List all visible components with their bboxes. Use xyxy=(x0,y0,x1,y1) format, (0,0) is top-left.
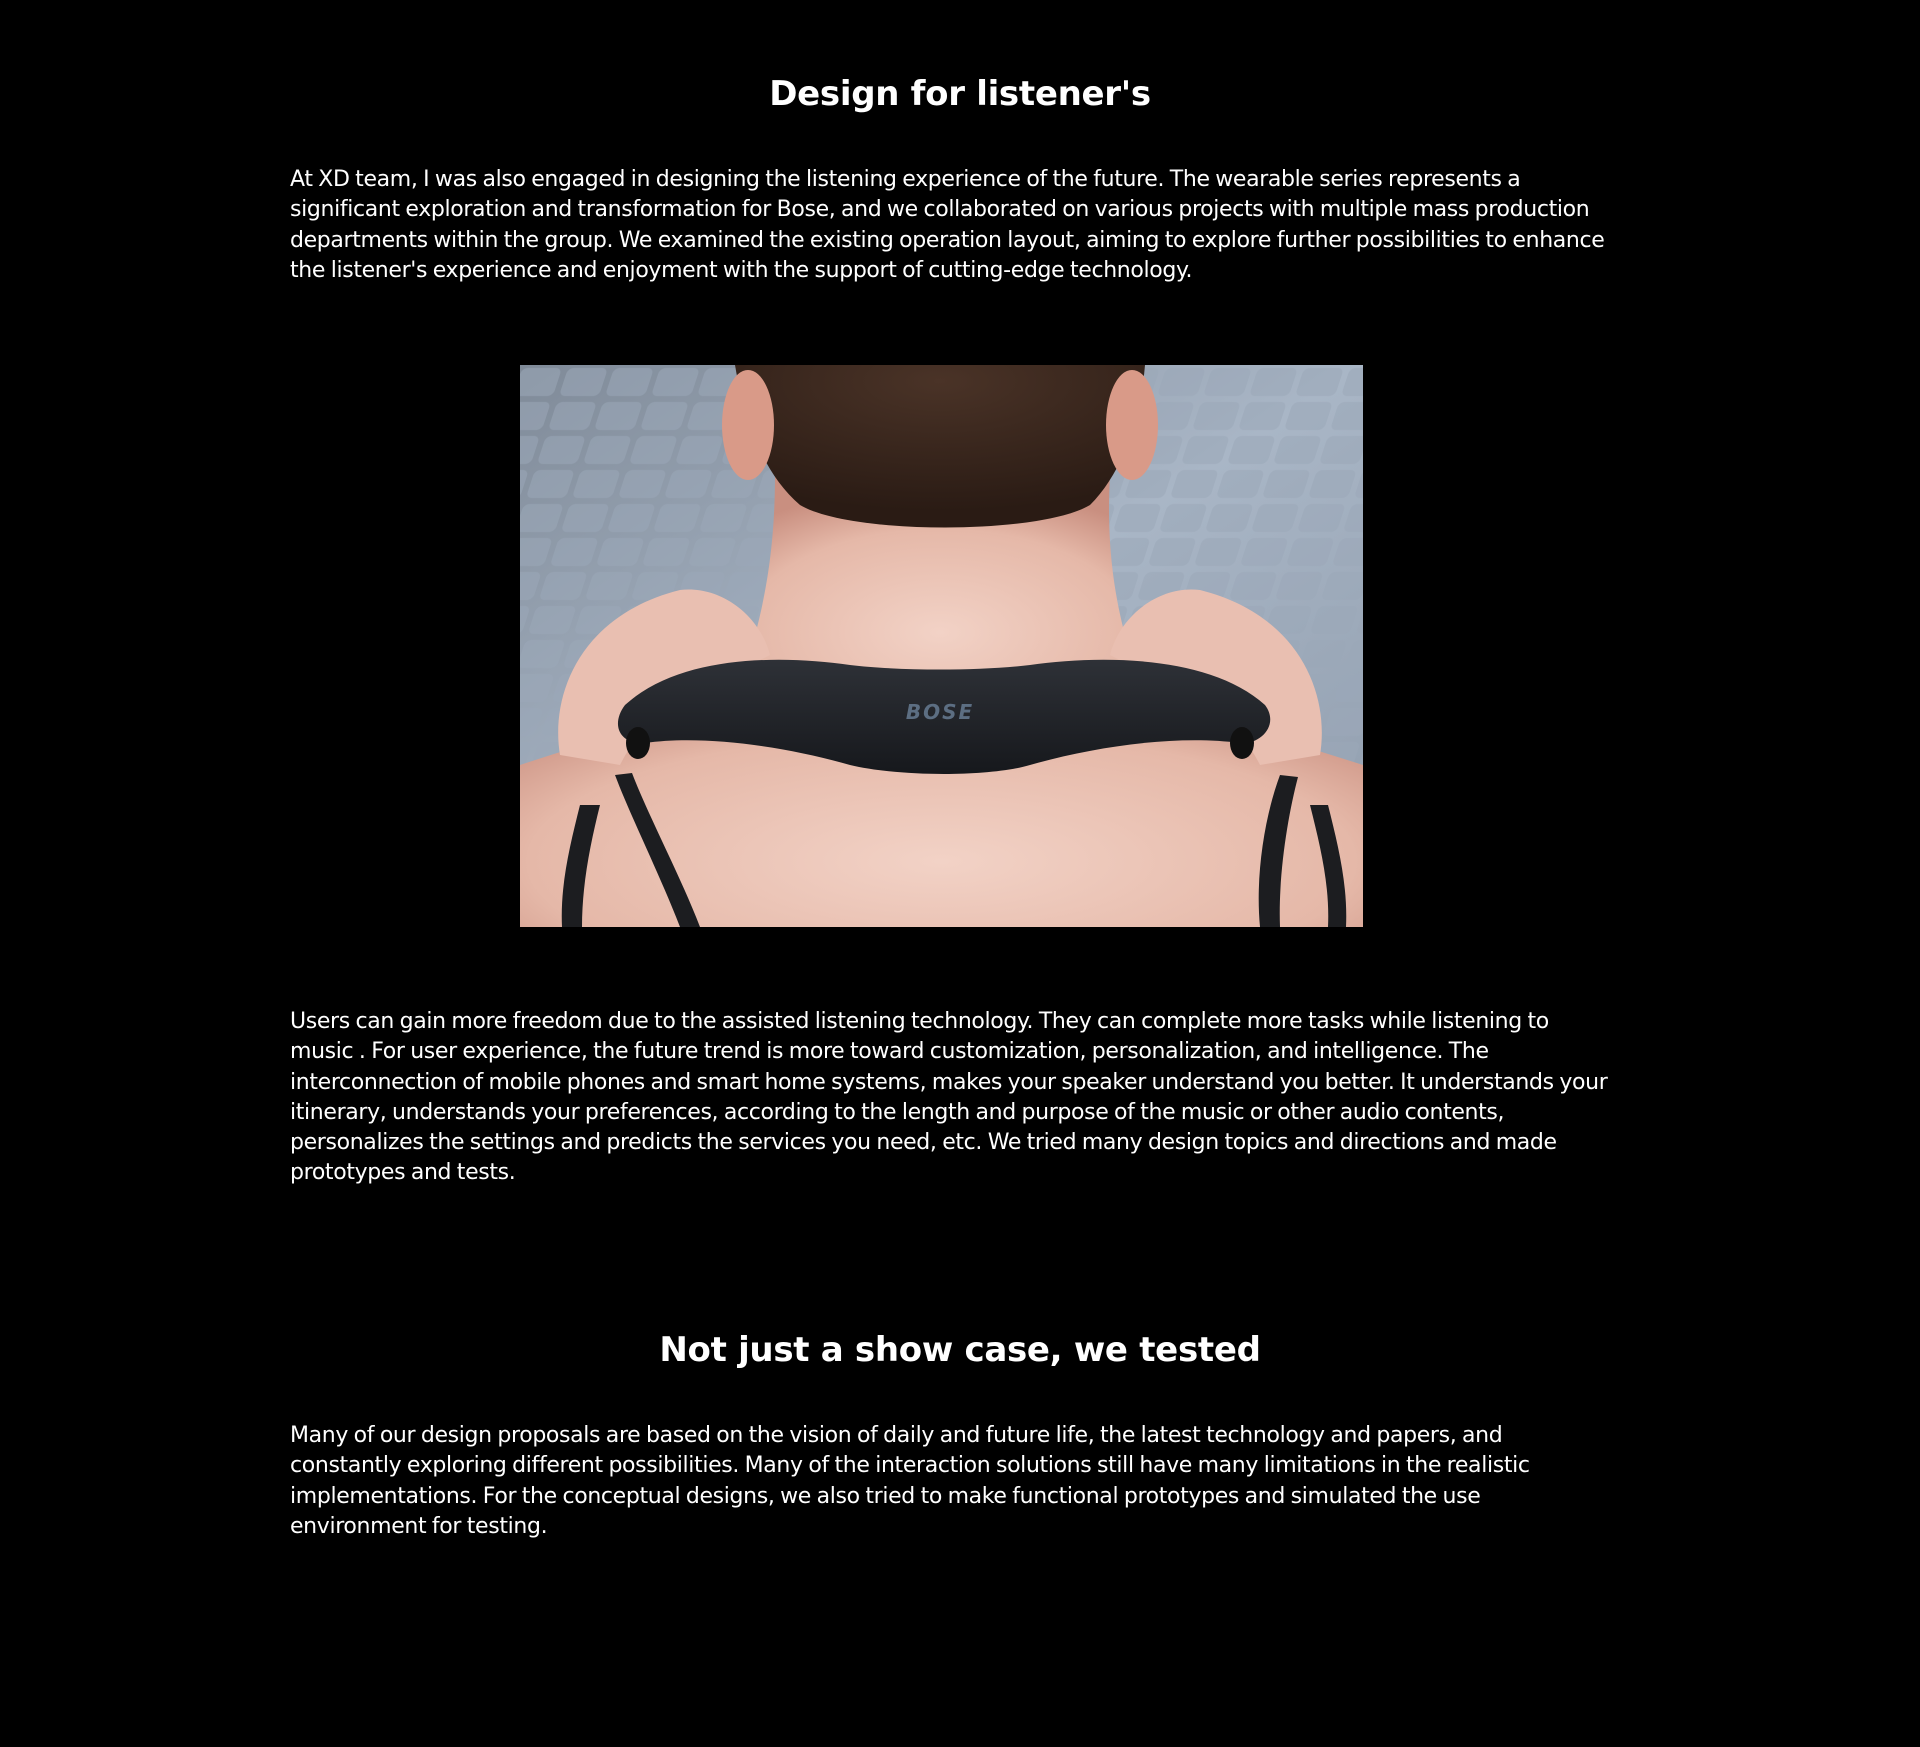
section-heading-not-just-a-show-case: Not just a show case, we tested xyxy=(659,1330,1261,1370)
assisted-listening-paragraph: Users can gain more freedom due to the a… xyxy=(290,1009,1608,1186)
neck-speaker-photo: BOSE xyxy=(520,365,1363,927)
testing-paragraph: Many of our design proposals are based o… xyxy=(290,1423,1530,1539)
intro-paragraph: At XD team, I was also engaged in design… xyxy=(290,167,1605,283)
bose-logo: BOSE xyxy=(906,700,974,724)
section-heading-design-for-listeners: Design for listener's xyxy=(769,74,1151,114)
